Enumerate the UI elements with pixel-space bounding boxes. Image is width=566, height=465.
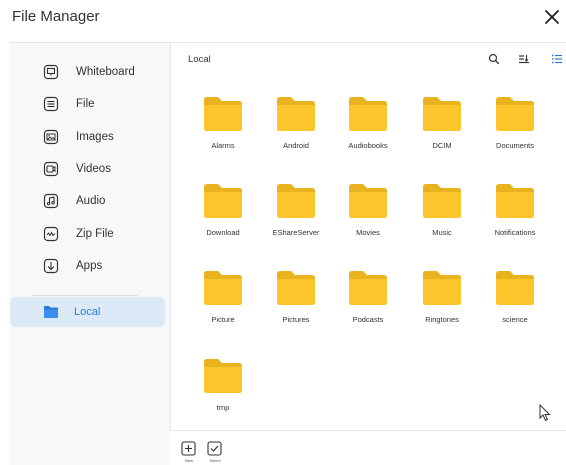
folder-name: tmp bbox=[216, 403, 230, 412]
select-label: Select bbox=[209, 458, 221, 463]
folder-item[interactable]: Ringtones bbox=[407, 270, 477, 352]
folder-icon bbox=[41, 302, 61, 322]
folder-name: DCIM bbox=[432, 141, 452, 150]
folder-icon bbox=[277, 97, 315, 131]
folder-name: Pictures bbox=[282, 315, 310, 324]
folder-icon bbox=[423, 184, 461, 218]
file-icon bbox=[41, 94, 61, 114]
folder-item[interactable]: science bbox=[480, 270, 550, 352]
folder-icon bbox=[423, 271, 461, 305]
image-icon bbox=[41, 127, 61, 147]
folder-icon bbox=[349, 184, 387, 218]
list-view-icon bbox=[551, 54, 562, 64]
folder-name: Music bbox=[432, 228, 452, 237]
sort-icon bbox=[519, 55, 529, 64]
folder-name: Download bbox=[206, 228, 240, 237]
sidebar-item-label: File bbox=[76, 98, 95, 110]
sidebar-item-whiteboard[interactable]: Whiteboard bbox=[10, 57, 170, 87]
zip-icon bbox=[41, 224, 61, 244]
folder-icon bbox=[204, 359, 242, 393]
folder-item[interactable]: Download bbox=[188, 183, 258, 265]
sidebar-item-label: Whiteboard bbox=[76, 66, 135, 78]
new-button[interactable]: New bbox=[178, 441, 200, 465]
folder-icon bbox=[423, 97, 461, 131]
sidebar: Whiteboard File Images Videos Audio Zip … bbox=[10, 42, 170, 465]
folder-icon bbox=[496, 97, 534, 131]
sidebar-item-label: Apps bbox=[76, 260, 103, 272]
sidebar-item-label: Images bbox=[76, 131, 114, 143]
folder-icon bbox=[204, 271, 242, 305]
folder-name: Audiobooks bbox=[348, 141, 388, 150]
folder-item[interactable]: Android bbox=[261, 96, 331, 178]
folder-icon bbox=[349, 97, 387, 131]
folder-item[interactable]: EShareServer bbox=[261, 183, 331, 265]
download-icon bbox=[41, 256, 61, 276]
folder-icon bbox=[349, 271, 387, 305]
folder-item[interactable]: Notifications bbox=[480, 183, 550, 265]
folder-icon bbox=[496, 184, 534, 218]
sidebar-divider bbox=[32, 295, 138, 296]
sidebar-item-label: Zip File bbox=[76, 228, 114, 240]
folder-item[interactable]: Movies bbox=[333, 183, 403, 265]
main-panel: Local Alarms Android Audiobooks DCIM Documen… bbox=[170, 42, 566, 465]
folder-name: science bbox=[502, 315, 528, 324]
bottom-toolbar: New Select bbox=[170, 430, 566, 465]
sidebar-item-audio[interactable]: Audio bbox=[10, 186, 170, 216]
folder-item[interactable]: tmp bbox=[188, 358, 258, 440]
sidebar-item-label: Local bbox=[74, 306, 101, 318]
folder-name: Movies bbox=[356, 228, 380, 237]
sidebar-item-label: Videos bbox=[76, 163, 111, 175]
folder-icon bbox=[277, 184, 315, 218]
sort-button[interactable] bbox=[517, 52, 531, 66]
whiteboard-icon bbox=[41, 62, 61, 82]
folder-name: Android bbox=[283, 141, 309, 150]
list-view-button[interactable] bbox=[550, 52, 564, 66]
folder-icon bbox=[496, 271, 534, 305]
checkbox-icon bbox=[207, 441, 222, 456]
search-icon bbox=[488, 53, 500, 65]
folder-item[interactable]: Pictures bbox=[261, 270, 331, 352]
folder-item[interactable]: Picture bbox=[188, 270, 258, 352]
sidebar-item-apps[interactable]: Apps bbox=[10, 251, 170, 281]
audio-icon bbox=[41, 191, 61, 211]
select-button[interactable]: Select bbox=[204, 441, 226, 465]
folder-item[interactable]: Music bbox=[407, 183, 477, 265]
new-label: New bbox=[184, 458, 193, 463]
new-folder-icon bbox=[181, 441, 196, 456]
folder-item[interactable]: Documents bbox=[480, 96, 550, 178]
folder-item[interactable]: Podcasts bbox=[333, 270, 403, 352]
sidebar-item-label: Audio bbox=[76, 195, 106, 207]
folder-name: Podcasts bbox=[352, 315, 384, 324]
sidebar-item-images[interactable]: Images bbox=[10, 122, 170, 152]
search-button[interactable] bbox=[487, 52, 501, 66]
folder-name: Alarms bbox=[211, 141, 235, 150]
folder-icon bbox=[277, 271, 315, 305]
folder-name: Documents bbox=[496, 141, 534, 150]
breadcrumb: Local bbox=[188, 54, 211, 65]
sidebar-item-zip-file[interactable]: Zip File bbox=[10, 219, 170, 249]
folder-name: Notifications bbox=[494, 228, 536, 237]
folder-name: Picture bbox=[211, 315, 235, 324]
folder-name: EShareServer bbox=[272, 228, 320, 237]
folder-item[interactable]: Alarms bbox=[188, 96, 258, 178]
mouse-cursor-icon bbox=[539, 404, 551, 422]
folder-icon bbox=[204, 184, 242, 218]
folder-item[interactable]: Audiobooks bbox=[333, 96, 403, 178]
close-icon bbox=[545, 10, 559, 24]
close-button[interactable] bbox=[541, 6, 563, 28]
folder-item[interactable]: DCIM bbox=[407, 96, 477, 178]
folder-icon bbox=[204, 97, 242, 131]
folder-name: Ringtones bbox=[425, 315, 459, 324]
app-title: File Manager bbox=[12, 8, 100, 25]
video-icon bbox=[41, 159, 61, 179]
sidebar-item-file[interactable]: File bbox=[10, 89, 170, 119]
sidebar-item-local[interactable]: Local bbox=[10, 297, 165, 327]
title-bar: File Manager bbox=[0, 0, 566, 42]
sidebar-item-videos[interactable]: Videos bbox=[10, 154, 170, 184]
